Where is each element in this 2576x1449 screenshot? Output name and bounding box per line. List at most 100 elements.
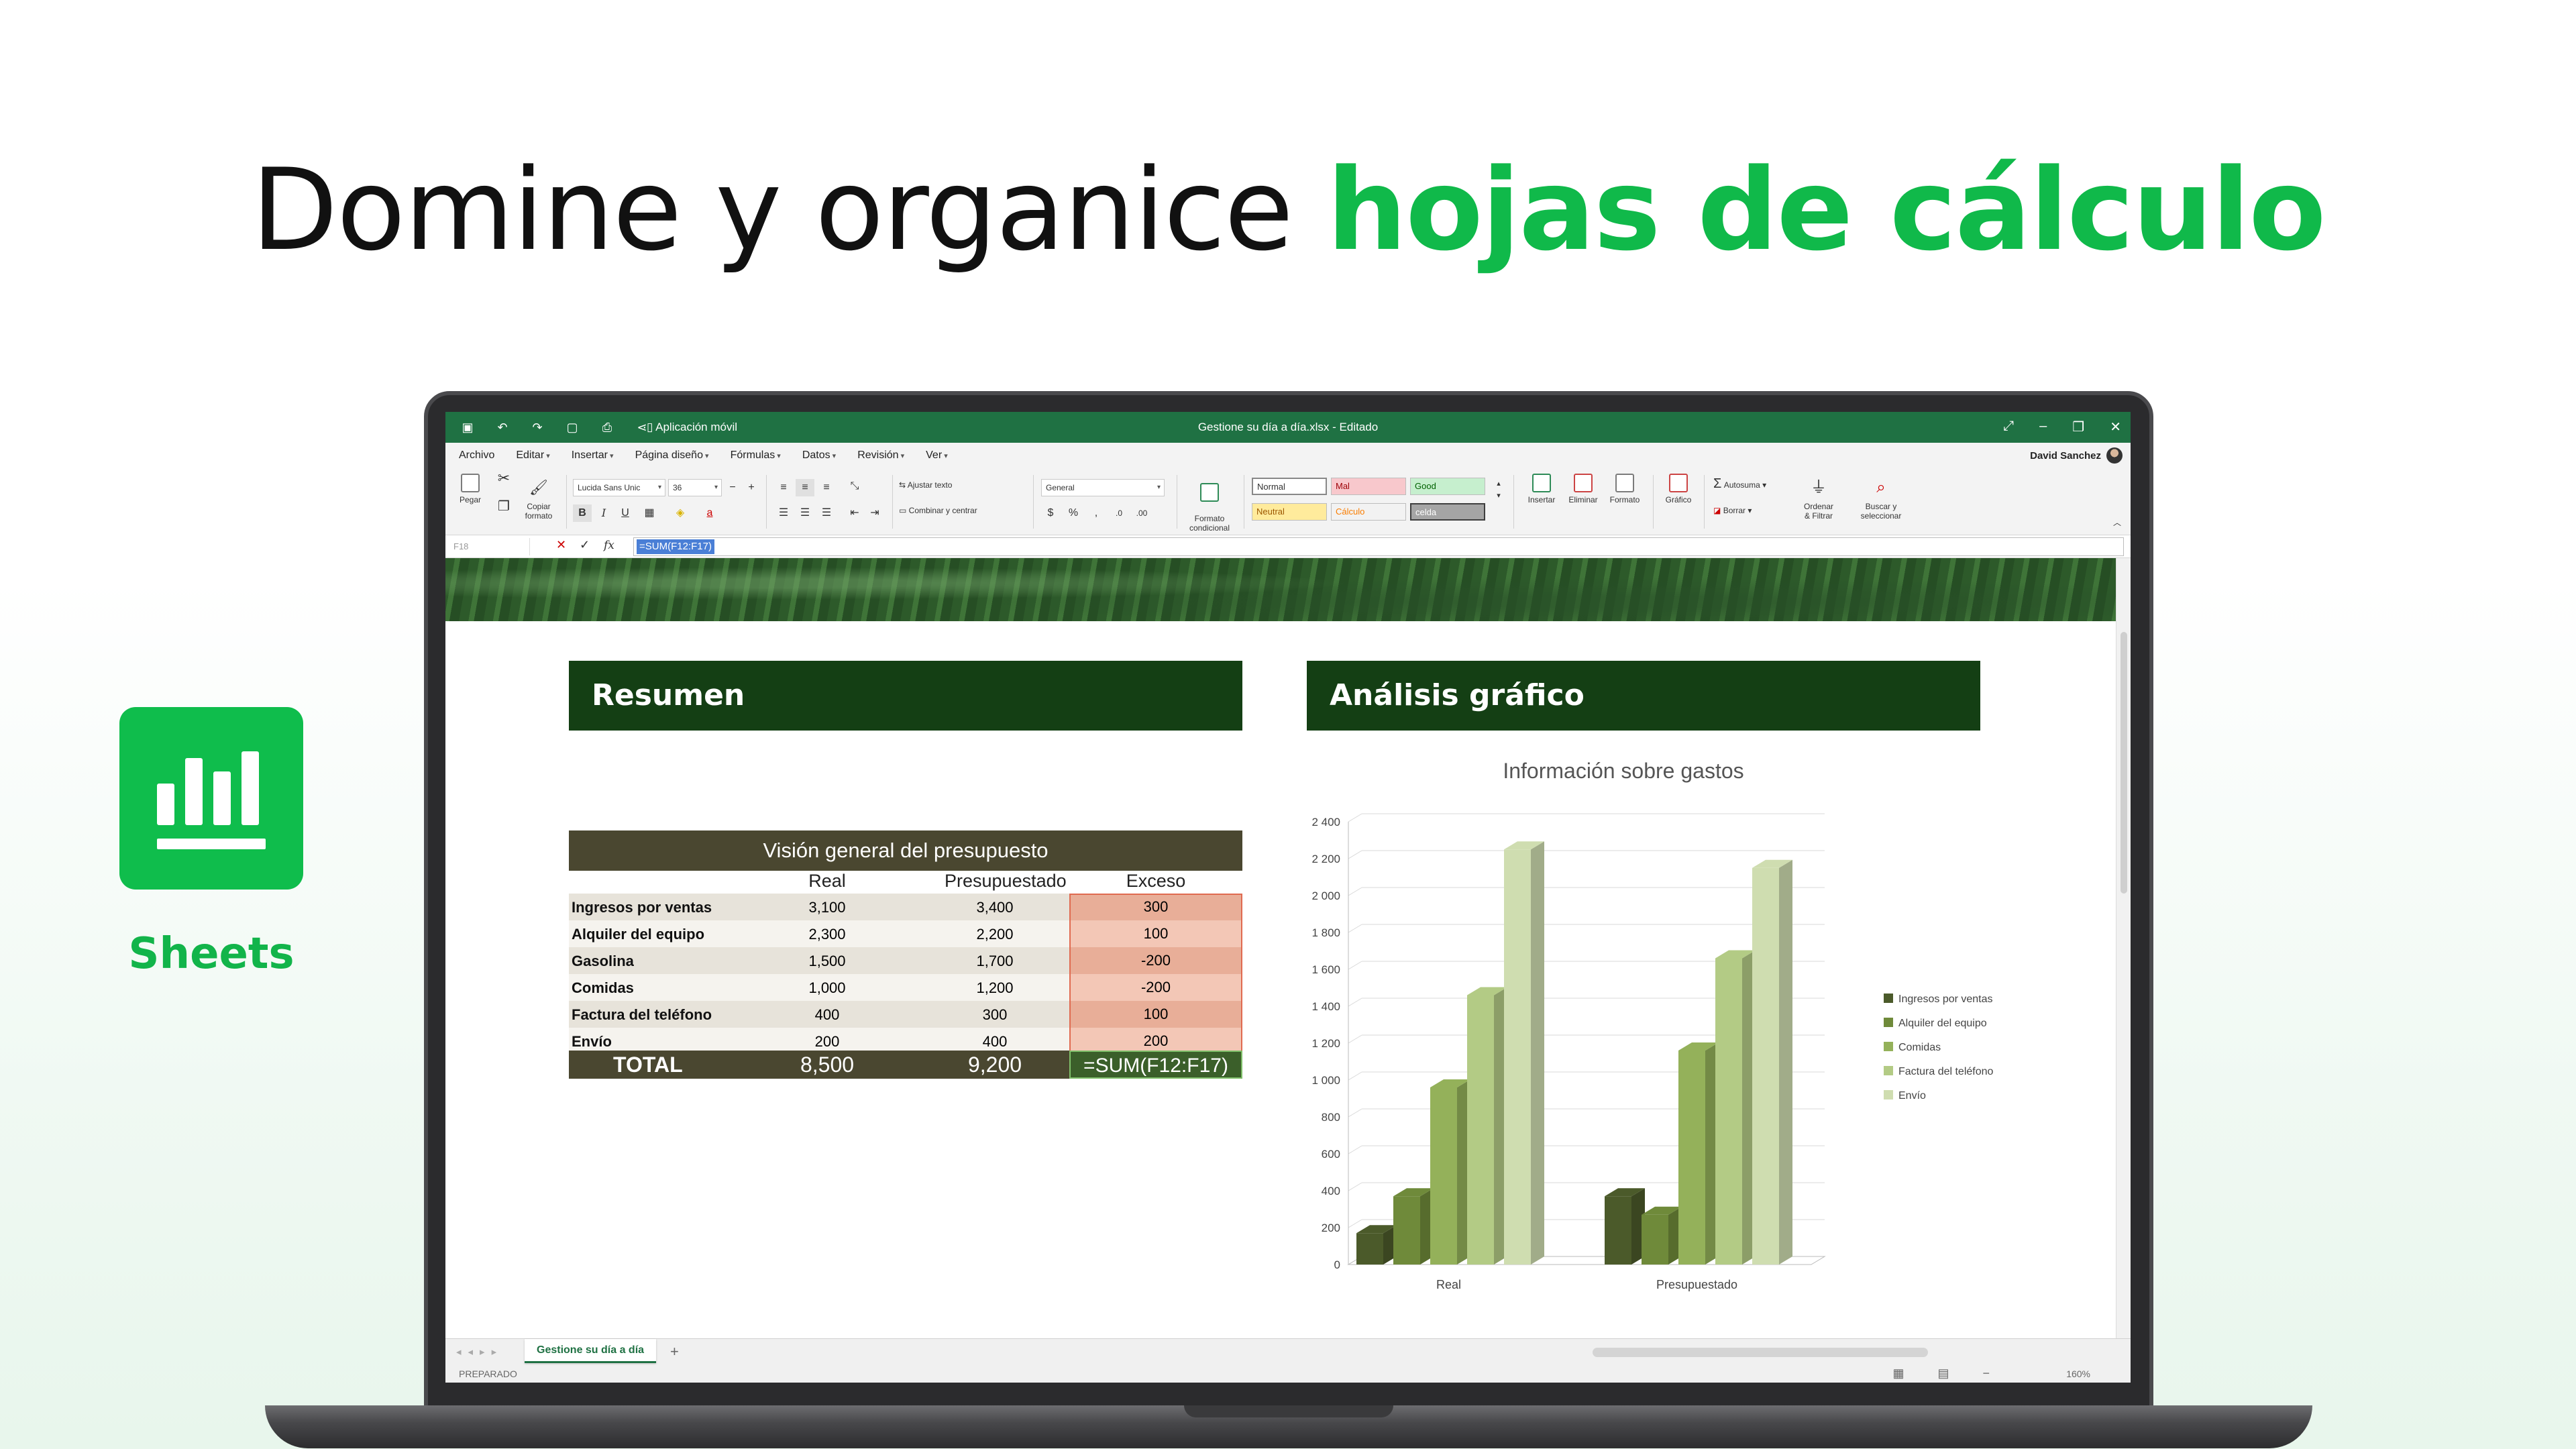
- style-celda[interactable]: celda: [1410, 503, 1485, 521]
- find-select-button[interactable]: ⌕ Buscar y seleccionar: [1850, 474, 1912, 521]
- wrap-text-button[interactable]: ⇆ Ajustar texto: [899, 480, 952, 490]
- function-icon[interactable]: fx: [604, 539, 614, 552]
- paste-button[interactable]: Pegar: [455, 474, 486, 504]
- italic-button[interactable]: I: [594, 504, 613, 522]
- name-box[interactable]: F18: [449, 538, 530, 555]
- underline-button[interactable]: U: [616, 504, 635, 522]
- delete-cells-button[interactable]: Eliminar: [1563, 474, 1603, 504]
- table-row[interactable]: Gasolina 1,500 1,700 -200: [569, 947, 1242, 974]
- align-right-button[interactable]: ☰: [817, 504, 836, 522]
- menu-datos[interactable]: Datos: [802, 449, 836, 462]
- legend-label: Comidas: [1898, 1042, 1941, 1053]
- y-tick-label: 400: [1322, 1185, 1340, 1197]
- styles-scroll-button[interactable]: ▴ ▾: [1489, 478, 1508, 500]
- menu-revision[interactable]: Revisión: [857, 449, 904, 462]
- format-cells-button[interactable]: Formato: [1605, 474, 1645, 504]
- fill-color-button[interactable]: ◈: [671, 504, 690, 522]
- align-left-button[interactable]: ☰: [774, 504, 793, 522]
- decrease-indent-button[interactable]: ⇤: [845, 504, 864, 522]
- bold-button[interactable]: B: [573, 504, 592, 522]
- formula-input[interactable]: [633, 537, 2124, 556]
- legend-item: Comidas: [1884, 1041, 1993, 1065]
- decrease-font-button[interactable]: −: [723, 479, 742, 496]
- percent-button[interactable]: %: [1064, 504, 1083, 522]
- user-name[interactable]: David Sanchez: [2030, 450, 2101, 462]
- sort-filter-button[interactable]: ⏚ Ordenar & Filtrar: [1794, 474, 1843, 521]
- style-calculo[interactable]: Cálculo: [1331, 503, 1406, 521]
- minimize-icon[interactable]: –: [2039, 419, 2047, 435]
- thousands-button[interactable]: ,: [1087, 504, 1106, 522]
- currency-button[interactable]: $: [1041, 504, 1060, 522]
- style-normal[interactable]: Normal: [1252, 478, 1327, 495]
- cut-button[interactable]: ✂: [494, 471, 514, 486]
- font-size-select[interactable]: 36: [668, 479, 722, 496]
- insert-cells-button[interactable]: Insertar: [1521, 474, 1562, 504]
- chart-legend: Ingresos por ventas Alquiler del equipo Co…: [1884, 993, 1993, 1114]
- tab-navigation[interactable]: ◂◂▸▸: [456, 1346, 503, 1358]
- cancel-icon[interactable]: ✕: [556, 538, 566, 552]
- autosum-button[interactable]: Σ Autosuma ▾: [1713, 477, 1766, 490]
- table-row[interactable]: Ingresos por ventas 3,100 3,400 300: [569, 894, 1242, 920]
- restore-icon[interactable]: ❐: [2072, 419, 2084, 435]
- zoom-level[interactable]: 160%: [2066, 1368, 2090, 1379]
- copy-button[interactable]: ❐: [494, 500, 514, 513]
- menu-ver[interactable]: Ver: [926, 449, 948, 462]
- close-icon[interactable]: ✕: [2110, 419, 2121, 435]
- confirm-icon[interactable]: ✓: [580, 538, 590, 552]
- sheets-app-icon: [119, 707, 303, 890]
- menu-formulas[interactable]: Fórmulas: [731, 449, 781, 462]
- eraser-icon: ◪: [1713, 506, 1721, 515]
- style-good[interactable]: Good: [1410, 478, 1485, 495]
- copy-format-button[interactable]: 🖌 Copiar formato: [521, 474, 557, 521]
- borders-button[interactable]: ▦: [640, 504, 659, 522]
- bar: [1715, 958, 1742, 1265]
- menu-archivo[interactable]: Archivo: [459, 449, 494, 462]
- gridline: [1348, 1182, 1362, 1191]
- orientation-button[interactable]: ⤡: [845, 478, 864, 495]
- fullscreen-icon[interactable]: ⤢: [2003, 419, 2014, 435]
- avatar[interactable]: [2106, 447, 2123, 464]
- legend-label: Ingresos por ventas: [1898, 994, 1993, 1005]
- style-neutral[interactable]: Neutral: [1252, 503, 1327, 521]
- decrease-decimal-button[interactable]: .00: [1132, 504, 1151, 522]
- row-exc: 100: [1069, 1001, 1242, 1028]
- add-sheet-icon[interactable]: +: [670, 1343, 679, 1360]
- zoom-controls[interactable]: ▦▤−: [1892, 1366, 2023, 1381]
- menu-bar: Archivo Editar Insertar Página diseño Fó…: [445, 443, 2131, 468]
- total-exc-formula[interactable]: =SUM(F12:F17): [1069, 1051, 1242, 1079]
- number-format-select[interactable]: General: [1041, 479, 1165, 496]
- table-row[interactable]: Factura del teléfono 400 300 100: [569, 1001, 1242, 1028]
- style-mal[interactable]: Mal: [1331, 478, 1406, 495]
- clear-button[interactable]: ◪ Borrar ▾: [1713, 506, 1752, 515]
- total-row[interactable]: TOTAL 8,500 9,200 =SUM(F12:F17): [569, 1051, 1242, 1079]
- collapse-ribbon-icon[interactable]: ︿: [2108, 514, 2127, 531]
- headline-accent: hojas de cálculo: [1326, 144, 2326, 276]
- increase-indent-button[interactable]: ⇥: [865, 504, 884, 522]
- increase-decimal-button[interactable]: .0: [1110, 504, 1128, 522]
- increase-font-button[interactable]: +: [742, 479, 761, 496]
- table-row[interactable]: Comidas 1,000 1,200 -200: [569, 974, 1242, 1001]
- horizontal-scrollbar[interactable]: [1593, 1348, 1928, 1357]
- app-name: Sheets: [128, 929, 294, 979]
- merge-center-button[interactable]: ▭ Combinar y centrar: [899, 506, 977, 515]
- formula-bar: F18 ✕ ✓ fx =SUM(F12:F17): [445, 535, 2131, 558]
- align-middle-button[interactable]: ≡: [796, 479, 814, 496]
- menu-editar[interactable]: Editar: [516, 449, 549, 462]
- font-family-select[interactable]: Lucida Sans Unic: [573, 479, 665, 496]
- tab-gestione[interactable]: Gestione su día a día: [525, 1339, 657, 1363]
- gridline: [1348, 1108, 1362, 1118]
- row-pres: 3,400: [976, 899, 1014, 916]
- chart-button[interactable]: Gráfico: [1660, 474, 1697, 504]
- align-bottom-button[interactable]: ≡: [817, 479, 836, 496]
- align-center-button[interactable]: ☰: [796, 504, 814, 522]
- section-analisis: Análisis gráfico: [1307, 661, 1980, 731]
- menu-pagina-diseno[interactable]: Página diseño: [635, 449, 709, 462]
- table-row[interactable]: Alquiler del equipo 2,300 2,200 100: [569, 920, 1242, 947]
- vertical-scrollbar[interactable]: [2116, 558, 2131, 1338]
- align-top-button[interactable]: ≡: [774, 479, 793, 496]
- scroll-thumb[interactable]: [2121, 632, 2127, 894]
- page-headline: Domine y organice hojas de cálculo: [0, 144, 2576, 276]
- conditional-format-button[interactable]: Formato condicional: [1183, 474, 1236, 533]
- font-color-button[interactable]: a: [700, 504, 719, 522]
- menu-insertar[interactable]: Insertar: [572, 449, 614, 462]
